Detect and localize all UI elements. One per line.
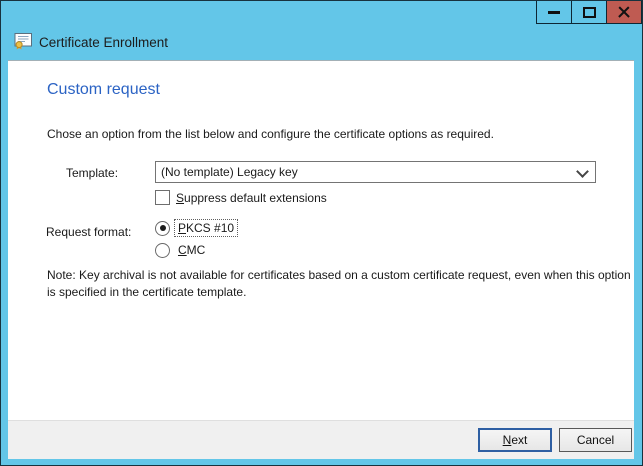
template-combobox[interactable]: (No template) Legacy key [155, 161, 596, 183]
chevron-down-icon [576, 165, 589, 178]
caption-buttons [536, 1, 642, 24]
window-title: Certificate Enrollment [39, 35, 168, 50]
maximize-button[interactable] [571, 1, 606, 23]
minimize-icon [548, 11, 560, 14]
radio-button-icon [155, 243, 170, 258]
template-combobox-value: (No template) Legacy key [161, 165, 298, 179]
page-description: Chose an option from the list below and … [47, 127, 494, 141]
radio-button-icon [155, 221, 170, 236]
close-icon [617, 5, 631, 19]
footer-bar: Next Cancel [8, 420, 634, 459]
certificate-icon [14, 33, 33, 50]
template-label: Template: [66, 166, 118, 180]
page-title: Custom request [47, 81, 160, 99]
request-format-label: Request format: [46, 225, 131, 239]
maximize-icon [583, 7, 596, 18]
next-button[interactable]: Next [478, 428, 552, 452]
close-button[interactable] [606, 1, 641, 23]
radio-pkcs10[interactable]: PKCS #10 [155, 219, 238, 237]
cancel-button[interactable]: Cancel [559, 428, 632, 452]
radio-pkcs10-label: PKCS #10 [174, 219, 238, 237]
certificate-enrollment-window: Certificate Enrollment Custom request Ch… [0, 0, 643, 466]
suppress-extensions-label: Suppress default extensions [176, 191, 327, 205]
note-text: Note: Key archival is not available for … [47, 267, 633, 301]
suppress-extensions-checkbox[interactable]: Suppress default extensions [155, 190, 327, 205]
checkbox-icon [155, 190, 170, 205]
minimize-button[interactable] [537, 1, 571, 23]
radio-cmc-label: CMC [174, 241, 209, 259]
dialog-content: Custom request Chose an option from the … [8, 60, 634, 420]
titlebar[interactable]: Certificate Enrollment [1, 1, 642, 60]
radio-cmc[interactable]: CMC [155, 241, 209, 259]
